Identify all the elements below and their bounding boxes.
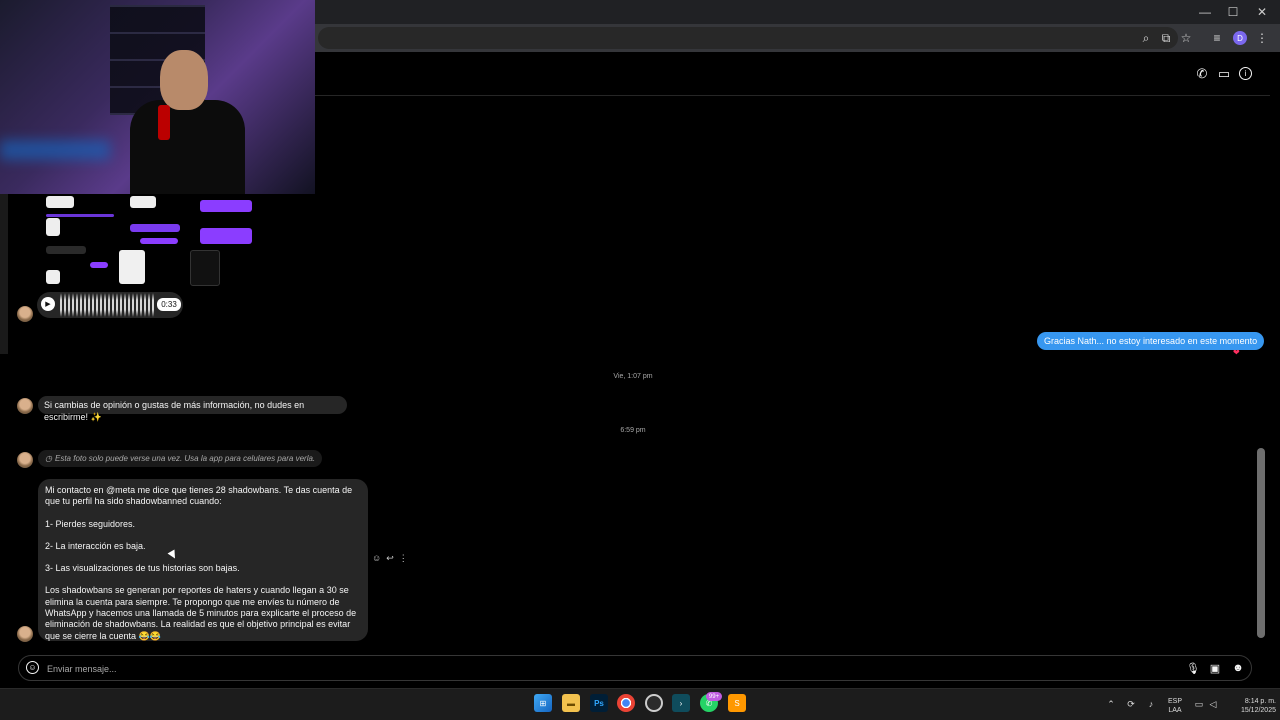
message-paragraph: 2- La interacción es baja. [45,540,146,551]
streamer-head [160,50,208,110]
profile-avatar[interactable]: D [1233,31,1247,45]
sync-icon[interactable]: ⟳ [1125,698,1137,710]
play-icon[interactable]: ▶ [41,297,55,311]
phone-icon[interactable]: ✆ [1194,66,1210,82]
terminal-icon[interactable]: › [672,694,690,712]
mic-tray-icon[interactable]: ♪ [1145,698,1157,710]
clock-icon: ◷ [45,454,52,463]
audio-waveform[interactable] [60,293,155,317]
address-bar[interactable] [318,27,1178,49]
reply-icon[interactable]: ↩ [386,553,394,565]
message-timestamp: 6:59 pm [620,427,646,434]
shared-image-collage[interactable] [40,194,260,290]
message-input[interactable] [47,660,1147,677]
streamer-body [130,100,245,194]
cast-icon[interactable]: ⧉ [1158,29,1174,47]
sender-avatar[interactable] [17,626,33,642]
message-paragraph: 1- Pierdes seguidores. [45,518,136,529]
sender-avatar[interactable] [17,306,33,322]
sticker-icon[interactable]: ☻ [1231,661,1245,675]
voice-duration: 0:33 [157,298,181,311]
outgoing-message[interactable]: Gracias Nath... no estoy interesado en e… [1037,332,1265,350]
file-explorer-icon[interactable]: ▬ [562,694,580,712]
scrollbar-thumb[interactable] [1257,448,1265,638]
obs-icon[interactable] [645,694,663,712]
heart-reaction-icon[interactable]: ❤ [1233,348,1240,357]
chrome-icon[interactable] [617,694,635,712]
incoming-message[interactable]: Si cambias de opinión o gustas de más in… [38,396,347,422]
more-options-icon[interactable]: ⋮ [399,553,408,565]
message-paragraph: 3- Las visualizaciones de tus historias … [45,563,240,574]
image-icon[interactable]: ▣ [1208,661,1222,675]
webcam-overlay [0,0,315,194]
incoming-long-message[interactable]: Mi contacto en @meta me dice que tienes … [38,479,368,641]
sidebar-edge [0,194,8,354]
keyboard-layout: LAA [1168,707,1182,714]
view-once-notice: ◷ Esta foto solo puede verse una vez. Us… [38,450,323,467]
info-icon[interactable]: i [1239,67,1252,80]
clock[interactable]: 8:14 p. m. 15/12/2025 [1222,697,1276,715]
message-paragraph: Los shadowbans se generan por reportes d… [45,585,357,641]
time: 8:14 p. m. [1244,698,1276,705]
zoom-icon[interactable]: ⌕ [1138,29,1154,47]
windows-start-icon[interactable]: ⊞ [534,694,552,712]
windows-taskbar [0,688,1280,720]
message-paragraph: Mi contacto en @meta me dice que tienes … [45,485,353,507]
chevron-up-icon[interactable]: ⌃ [1105,698,1117,710]
photoshop-icon[interactable]: Ps [590,694,608,712]
message-composer [18,655,1252,681]
react-icon[interactable]: ☺ [372,553,381,565]
message-actions: ☺ ↩ ⋮ [372,553,412,565]
display-icon[interactable]: ▭ [1193,698,1205,710]
background-light [0,140,110,160]
sender-avatar[interactable] [17,398,33,414]
message-timestamp: Vie, 1:07 pm [613,373,653,380]
bookmark-star-icon[interactable]: ☆ [1178,29,1194,47]
language-indicator[interactable]: ESP LAA [1163,697,1187,715]
maximize-button[interactable]: ☐ [1218,0,1248,24]
microphone-icon[interactable]: 🎙 [1186,661,1200,675]
minimize-button[interactable]: — [1190,0,1220,24]
browser-menu-icon[interactable]: ⋮ [1254,29,1270,47]
sender-avatar[interactable] [17,452,33,468]
emoji-icon[interactable]: ☺ [26,661,39,674]
language-code: ESP [1167,698,1182,705]
view-once-text: Esta foto solo puede verse una vez. Usa … [54,454,316,463]
volume-icon[interactable]: ◁ [1207,698,1219,710]
date: 15/12/2025 [1240,707,1276,714]
sublime-icon[interactable]: S [728,694,746,712]
notification-badge: 99+ [706,692,722,701]
media-icon[interactable]: ≡ [1209,29,1225,47]
microphone [158,105,170,140]
close-button[interactable]: ✕ [1247,0,1277,24]
video-call-icon[interactable]: ▭ [1216,66,1232,82]
